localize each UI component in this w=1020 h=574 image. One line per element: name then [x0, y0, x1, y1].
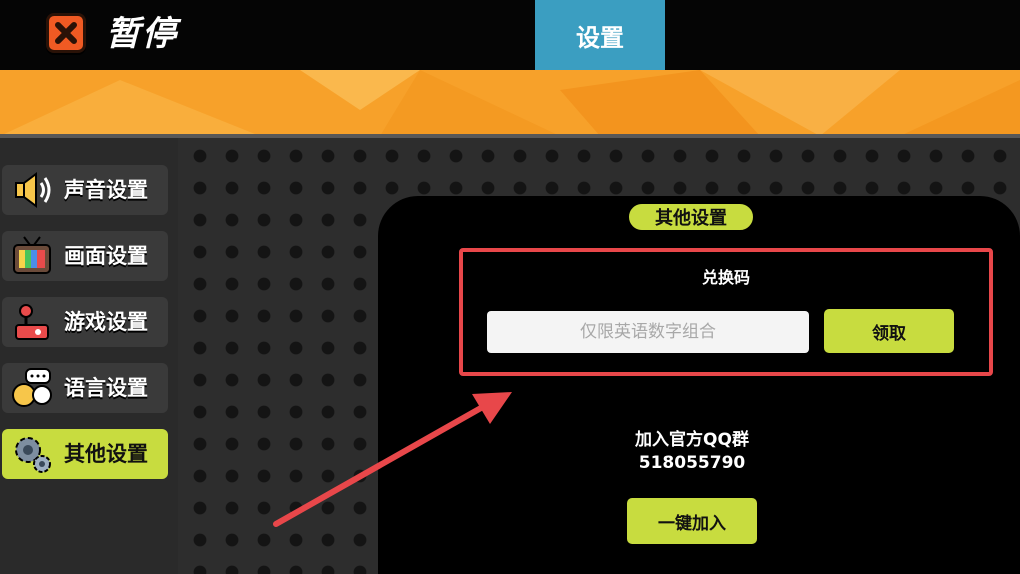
annotation-arrow [273, 392, 512, 527]
